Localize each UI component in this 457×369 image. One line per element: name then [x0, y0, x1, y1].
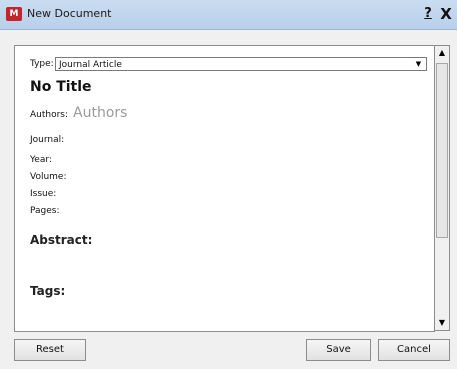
- type-select-value: Journal Article: [59, 60, 122, 70]
- dropdown-arrow-icon[interactable]: ▼: [413, 59, 424, 69]
- type-label: Type:: [30, 59, 54, 69]
- volume-label: Volume:: [30, 172, 67, 182]
- window-titlebar: M New Document ? X: [0, 0, 457, 30]
- tags-heading: Tags:: [30, 284, 66, 298]
- window-title: New Document: [27, 7, 112, 20]
- save-button[interactable]: Save: [306, 339, 371, 361]
- issue-label: Issue:: [30, 189, 57, 199]
- authors-field[interactable]: Authors: [73, 105, 127, 121]
- authors-label: Authors:: [30, 110, 69, 120]
- abstract-heading: Abstract:: [30, 233, 93, 247]
- cancel-button[interactable]: Cancel: [378, 339, 450, 361]
- year-label: Year:: [30, 155, 52, 165]
- journal-label: Journal:: [30, 135, 65, 145]
- scroll-up-arrow-icon[interactable]: ▲: [435, 46, 449, 60]
- close-button[interactable]: X: [437, 5, 455, 23]
- scrollbar-thumb[interactable]: [436, 63, 448, 238]
- document-title-field[interactable]: No Title: [30, 79, 92, 95]
- reset-button[interactable]: Reset: [14, 339, 86, 361]
- document-details-panel: Type: Journal Article ▼ No Title Authors…: [14, 45, 435, 332]
- vertical-scrollbar[interactable]: ▲ ▼: [434, 45, 450, 331]
- pages-label: Pages:: [30, 206, 60, 216]
- type-select[interactable]: Journal Article ▼: [55, 57, 427, 71]
- mendeley-logo-icon: M: [6, 7, 22, 21]
- scroll-down-arrow-icon[interactable]: ▼: [435, 316, 449, 330]
- help-button[interactable]: ?: [420, 6, 436, 22]
